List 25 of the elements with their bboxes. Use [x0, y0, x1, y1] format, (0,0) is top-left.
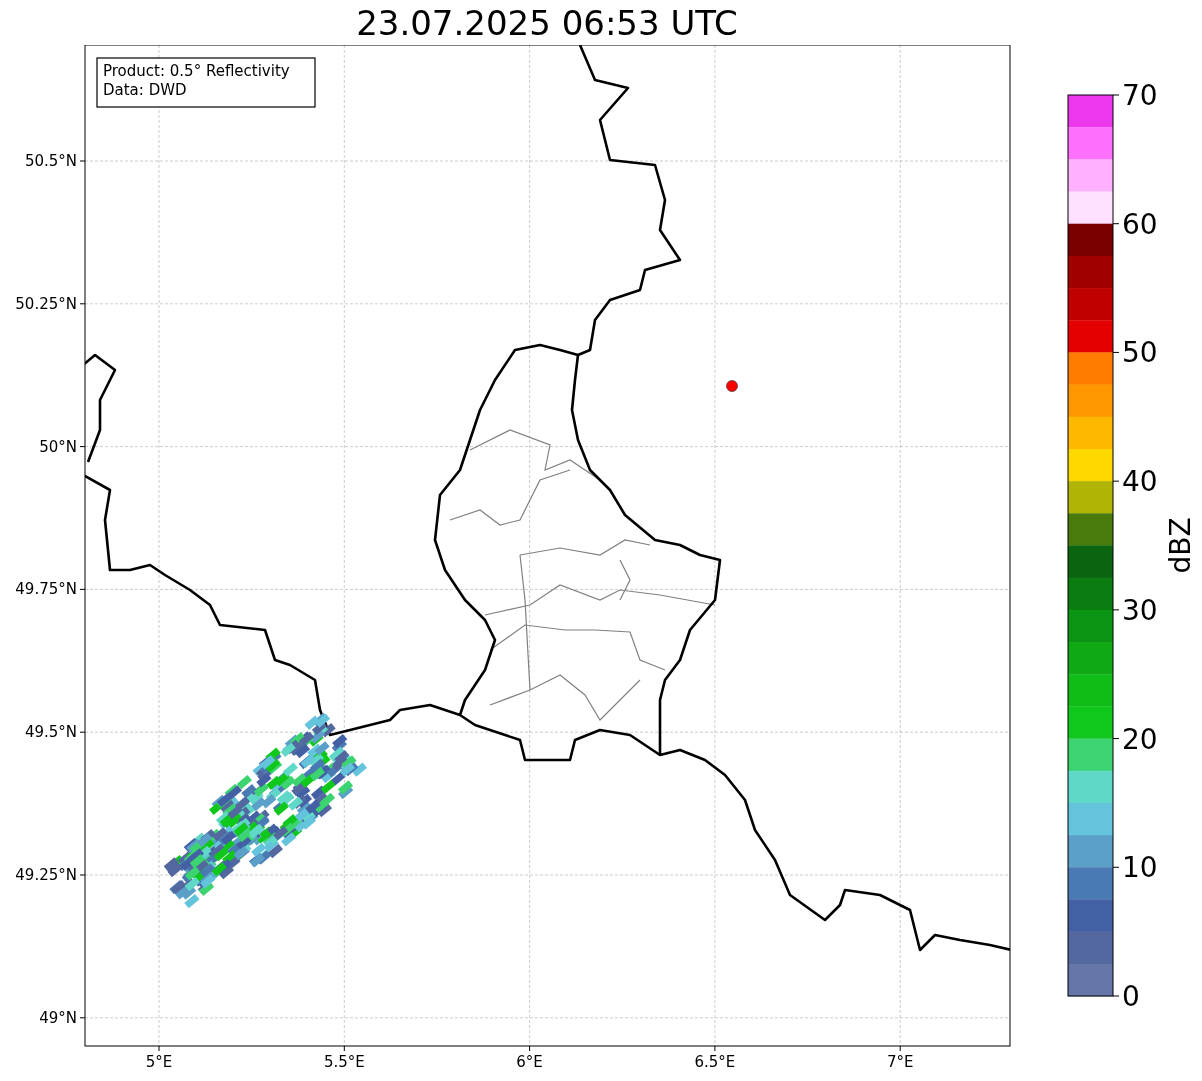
longitude-label: 7°E — [886, 1053, 914, 1071]
colorbar-tick-label: 0 — [1122, 980, 1140, 1013]
colorbar-tick-label: 10 — [1122, 851, 1158, 885]
longitude-label: 6.5°E — [694, 1053, 736, 1071]
colorbar-tick-label: 70 — [1122, 79, 1158, 112]
info-text: Data: DWD — [103, 81, 187, 99]
latitude-label: 49°N — [39, 1008, 77, 1027]
latitude-label: 49.25°N — [15, 866, 77, 884]
colorbar-label: dBZ — [1164, 517, 1197, 574]
location-marker — [726, 380, 738, 392]
colorbar-tick-label: 20 — [1122, 722, 1158, 756]
latitude-label: 50.5°N — [24, 152, 77, 170]
colorbar-tick-label: 60 — [1122, 207, 1158, 241]
colorbar-tick-label: 50 — [1122, 336, 1158, 370]
longitude-label: 5°E — [145, 1053, 173, 1071]
longitude-label: 6°E — [516, 1053, 543, 1071]
longitude-label: 5.5°E — [323, 1053, 365, 1071]
latitude-label: 49.5°N — [24, 723, 77, 742]
latitude-label: 49.75°N — [15, 580, 77, 599]
info-text: Product: 0.5° Reflectivity — [103, 62, 290, 80]
colorbar-tick-label: 40 — [1122, 465, 1158, 499]
chart-title: 23.07.2025 06:53 UTC — [356, 2, 738, 43]
latitude-label: 50.25°N — [15, 294, 77, 313]
colorbar-tick-label: 30 — [1122, 593, 1158, 627]
latitude-label: 50°N — [39, 437, 77, 456]
